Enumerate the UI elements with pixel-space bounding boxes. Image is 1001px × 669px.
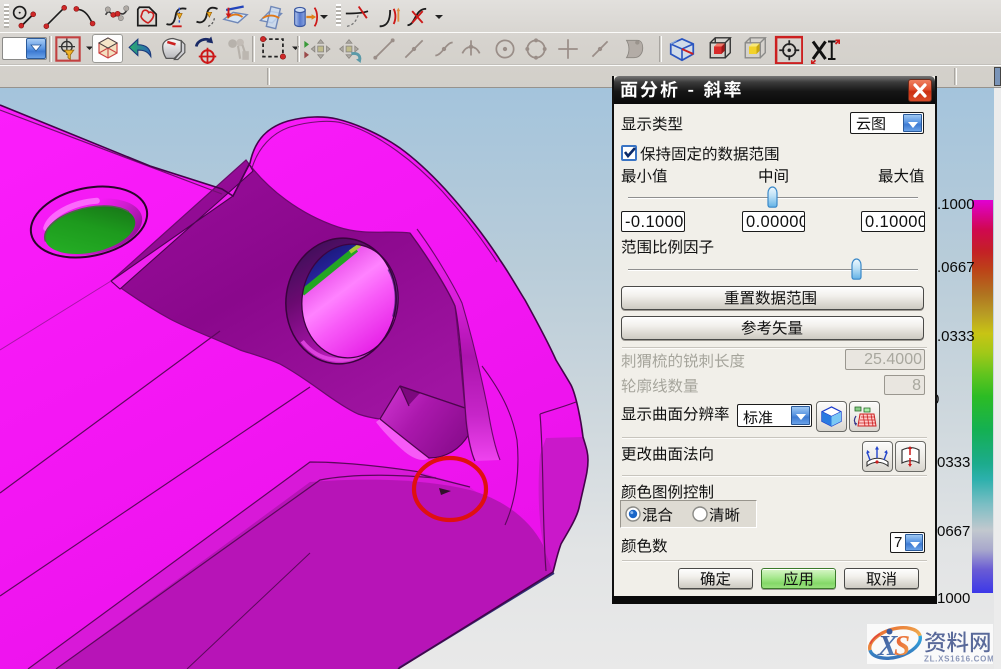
- svg-text:S: S: [894, 630, 910, 662]
- svg-text:ZL.XS1616.COM: ZL.XS1616.COM: [924, 655, 993, 664]
